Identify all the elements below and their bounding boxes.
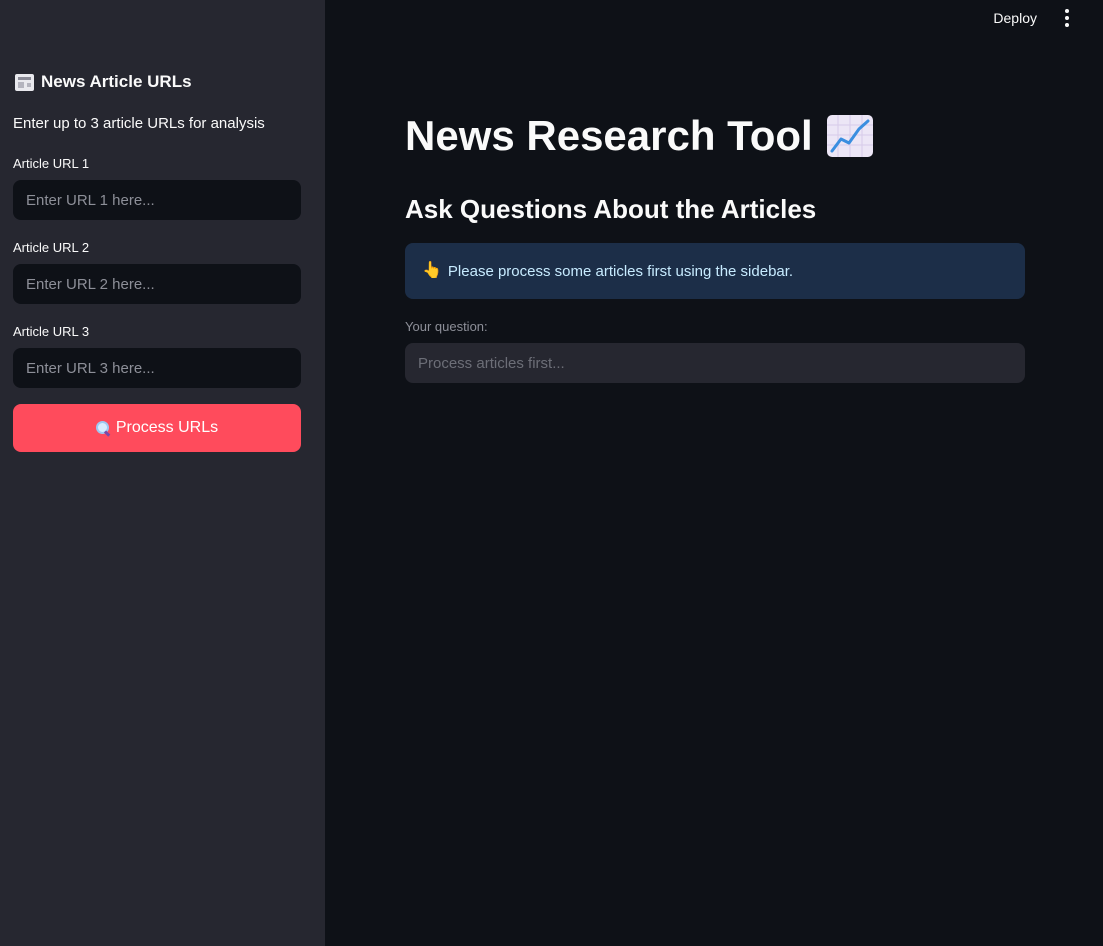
sidebar-header-label: News Article URLs: [41, 72, 192, 91]
sidebar-header: News Article URLs: [15, 72, 192, 92]
article-url-1-label: Article URL 1: [13, 156, 90, 171]
magnifier-icon: [95, 421, 110, 435]
section-subheader: Ask Questions About the Articles: [405, 194, 817, 224]
article-url-2-label: Article URL 2: [13, 240, 90, 255]
article-url-1-input[interactable]: [13, 180, 301, 220]
process-urls-label: Process URLs: [115, 419, 219, 436]
main-menu-button[interactable]: [1057, 8, 1077, 28]
vertical-dots-icon: [1065, 9, 1069, 13]
article-url-3-label: Article URL 3: [13, 324, 90, 339]
question-input[interactable]: [405, 343, 1025, 383]
article-url-3-input[interactable]: [13, 348, 301, 388]
newspaper-icon: [15, 73, 34, 91]
pointing-hand-icon: 👆: [422, 262, 442, 279]
app-root: News Article URLs Enter up to 3 article …: [0, 0, 1103, 946]
main-content: Deploy News Research Tool Ask Questions …: [325, 0, 1103, 946]
chart-increasing-icon: [826, 115, 873, 157]
info-alert: 👆 Please process some articles first usi…: [405, 243, 1025, 299]
sidebar-caption: Enter up to 3 article URLs for analysis: [13, 115, 265, 132]
page-title-text: News Research Tool: [405, 112, 813, 159]
question-label: Your question:: [405, 319, 488, 334]
process-urls-button[interactable]: Process URLs: [13, 404, 301, 452]
article-url-2-input[interactable]: [13, 264, 301, 304]
page-title: News Research Tool: [405, 112, 873, 160]
info-alert-text: Please process some articles first using…: [447, 262, 794, 280]
deploy-button[interactable]: Deploy: [989, 8, 1041, 28]
sidebar: News Article URLs Enter up to 3 article …: [0, 0, 325, 946]
